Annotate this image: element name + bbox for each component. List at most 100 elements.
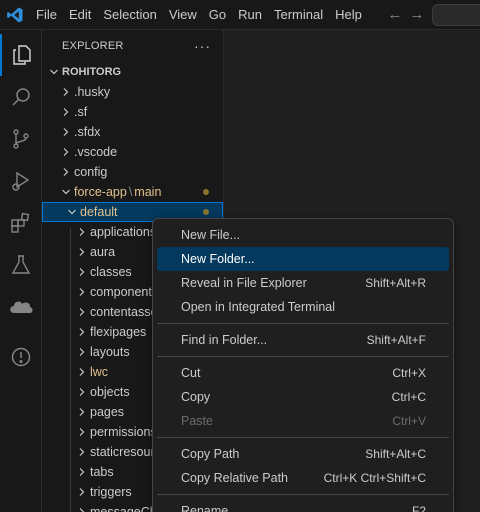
folder-label: components <box>90 285 159 299</box>
folder-label-part: force-app <box>74 185 127 199</box>
chevron-down-icon <box>64 207 80 217</box>
path-separator: \ <box>128 185 133 199</box>
menu-item-shortcut: F2 <box>411 504 426 512</box>
chevron-right-icon <box>74 307 90 317</box>
salesforce-icon[interactable] <box>0 286 42 328</box>
navigation-arrows: ← → <box>384 6 428 23</box>
menu-bar: File Edit Selection View Go Run Terminal… <box>30 0 368 30</box>
chevron-right-icon <box>58 147 74 157</box>
folder-label: config <box>74 165 108 179</box>
chevron-right-icon <box>74 247 90 257</box>
folder-husky[interactable]: .husky <box>42 82 223 102</box>
menu-separator <box>157 323 449 324</box>
chevron-right-icon <box>74 227 90 237</box>
workspace-root-label: ROHITORG <box>62 66 122 78</box>
chevron-down-icon <box>46 67 62 77</box>
chevron-down-icon <box>58 187 74 197</box>
chevron-right-icon <box>74 267 90 277</box>
menu-item-copy[interactable]: Copy Ctrl+C <box>157 385 449 409</box>
workspace-root[interactable]: ROHITORG <box>42 62 223 82</box>
menu-view[interactable]: View <box>163 0 203 30</box>
activity-bar <box>0 30 42 512</box>
chevron-right-icon <box>74 347 90 357</box>
menu-item-cut[interactable]: Cut Ctrl+X <box>157 361 449 385</box>
folder-sf[interactable]: .sf <box>42 102 223 122</box>
menu-item-label: Copy Path <box>181 447 240 461</box>
menu-file[interactable]: File <box>30 0 63 30</box>
run-debug-icon[interactable] <box>0 160 42 202</box>
chevron-right-icon <box>74 467 90 477</box>
menu-item-label: New Folder... <box>181 252 255 266</box>
menu-run[interactable]: Run <box>232 0 268 30</box>
menu-item-new-folder[interactable]: New Folder... <box>157 247 449 271</box>
explorer-header: EXPLORER ··· <box>42 30 223 62</box>
source-control-icon[interactable] <box>0 118 42 160</box>
menu-selection[interactable]: Selection <box>97 0 162 30</box>
explorer-icon[interactable] <box>0 34 42 76</box>
menu-item-label: Open in Integrated Terminal <box>181 300 336 314</box>
menu-item-shortcut: Ctrl+K Ctrl+Shift+C <box>323 471 426 485</box>
chevron-right-icon <box>74 387 90 397</box>
folder-label: pages <box>90 405 125 419</box>
menu-edit[interactable]: Edit <box>63 0 97 30</box>
menu-item-shortcut: Ctrl+C <box>391 390 426 404</box>
indent-guide <box>70 228 71 512</box>
menu-item-reveal-in-file-explorer[interactable]: Reveal in File Explorer Shift+Alt+R <box>157 271 449 295</box>
menu-go[interactable]: Go <box>203 0 232 30</box>
chevron-right-icon <box>58 87 74 97</box>
menu-item-label: New File... <box>181 228 241 242</box>
folder-label: objects <box>90 385 130 399</box>
folder-vscode[interactable]: .vscode <box>42 142 223 162</box>
folder-label: flexipages <box>90 325 147 339</box>
folder-label: .sf <box>74 105 88 119</box>
menu-item-shortcut: Shift+Alt+C <box>365 447 426 461</box>
folder-label: applications <box>90 225 157 239</box>
arrow-right-icon[interactable]: → <box>406 6 428 23</box>
problems-icon[interactable] <box>0 336 42 378</box>
menu-item-copy-relative-path[interactable]: Copy Relative Path Ctrl+K Ctrl+Shift+C <box>157 466 449 490</box>
chevron-right-icon <box>74 427 90 437</box>
folder-label-part: main <box>134 185 162 199</box>
chevron-right-icon <box>74 327 90 337</box>
modified-indicator-icon <box>203 209 209 215</box>
menu-item-new-file[interactable]: New File... <box>157 223 449 247</box>
chevron-right-icon <box>58 127 74 137</box>
testing-icon[interactable] <box>0 244 42 286</box>
menu-separator <box>157 437 449 438</box>
extensions-icon[interactable] <box>0 202 42 244</box>
folder-config[interactable]: config <box>42 162 223 182</box>
menu-terminal[interactable]: Terminal <box>268 0 329 30</box>
folder-label: lwc <box>90 365 109 379</box>
menu-item-paste: Paste Ctrl+V <box>157 409 449 433</box>
search-icon[interactable] <box>0 76 42 118</box>
chevron-right-icon <box>74 507 90 512</box>
vscode-logo-icon <box>0 0 30 30</box>
folder-label: classes <box>90 265 132 279</box>
menu-item-open-in-terminal[interactable]: Open in Integrated Terminal <box>157 295 449 319</box>
menu-help[interactable]: Help <box>329 0 368 30</box>
chevron-right-icon <box>74 287 90 297</box>
arrow-left-icon[interactable]: ← <box>384 6 406 23</box>
chevron-right-icon <box>74 407 90 417</box>
explorer-title: EXPLORER <box>62 40 124 52</box>
menu-item-rename[interactable]: Rename F2 <box>157 499 449 512</box>
menu-item-label: Find in Folder... <box>181 333 268 347</box>
menu-item-find-in-folder[interactable]: Find in Folder... Shift+Alt+F <box>157 328 449 352</box>
menu-separator <box>157 494 449 495</box>
folder-label: .vscode <box>74 145 118 159</box>
folder-label: layouts <box>90 345 130 359</box>
context-menu: New File... New Folder... Reveal in File… <box>152 218 454 512</box>
folder-force-app-main[interactable]: force-app \ main <box>42 182 223 202</box>
more-actions-icon[interactable]: ··· <box>194 38 211 54</box>
folder-label: triggers <box>90 485 132 499</box>
menu-item-label: Copy <box>181 390 211 404</box>
menu-item-copy-path[interactable]: Copy Path Shift+Alt+C <box>157 442 449 466</box>
menu-item-shortcut: Shift+Alt+R <box>365 276 426 290</box>
modified-indicator-icon <box>203 189 209 195</box>
folder-sfdx[interactable]: .sfdx <box>42 122 223 142</box>
menu-separator <box>157 356 449 357</box>
command-center-input[interactable] <box>432 4 480 26</box>
chevron-right-icon <box>58 167 74 177</box>
menu-item-label: Cut <box>181 366 201 380</box>
folder-label: .husky <box>74 85 111 99</box>
